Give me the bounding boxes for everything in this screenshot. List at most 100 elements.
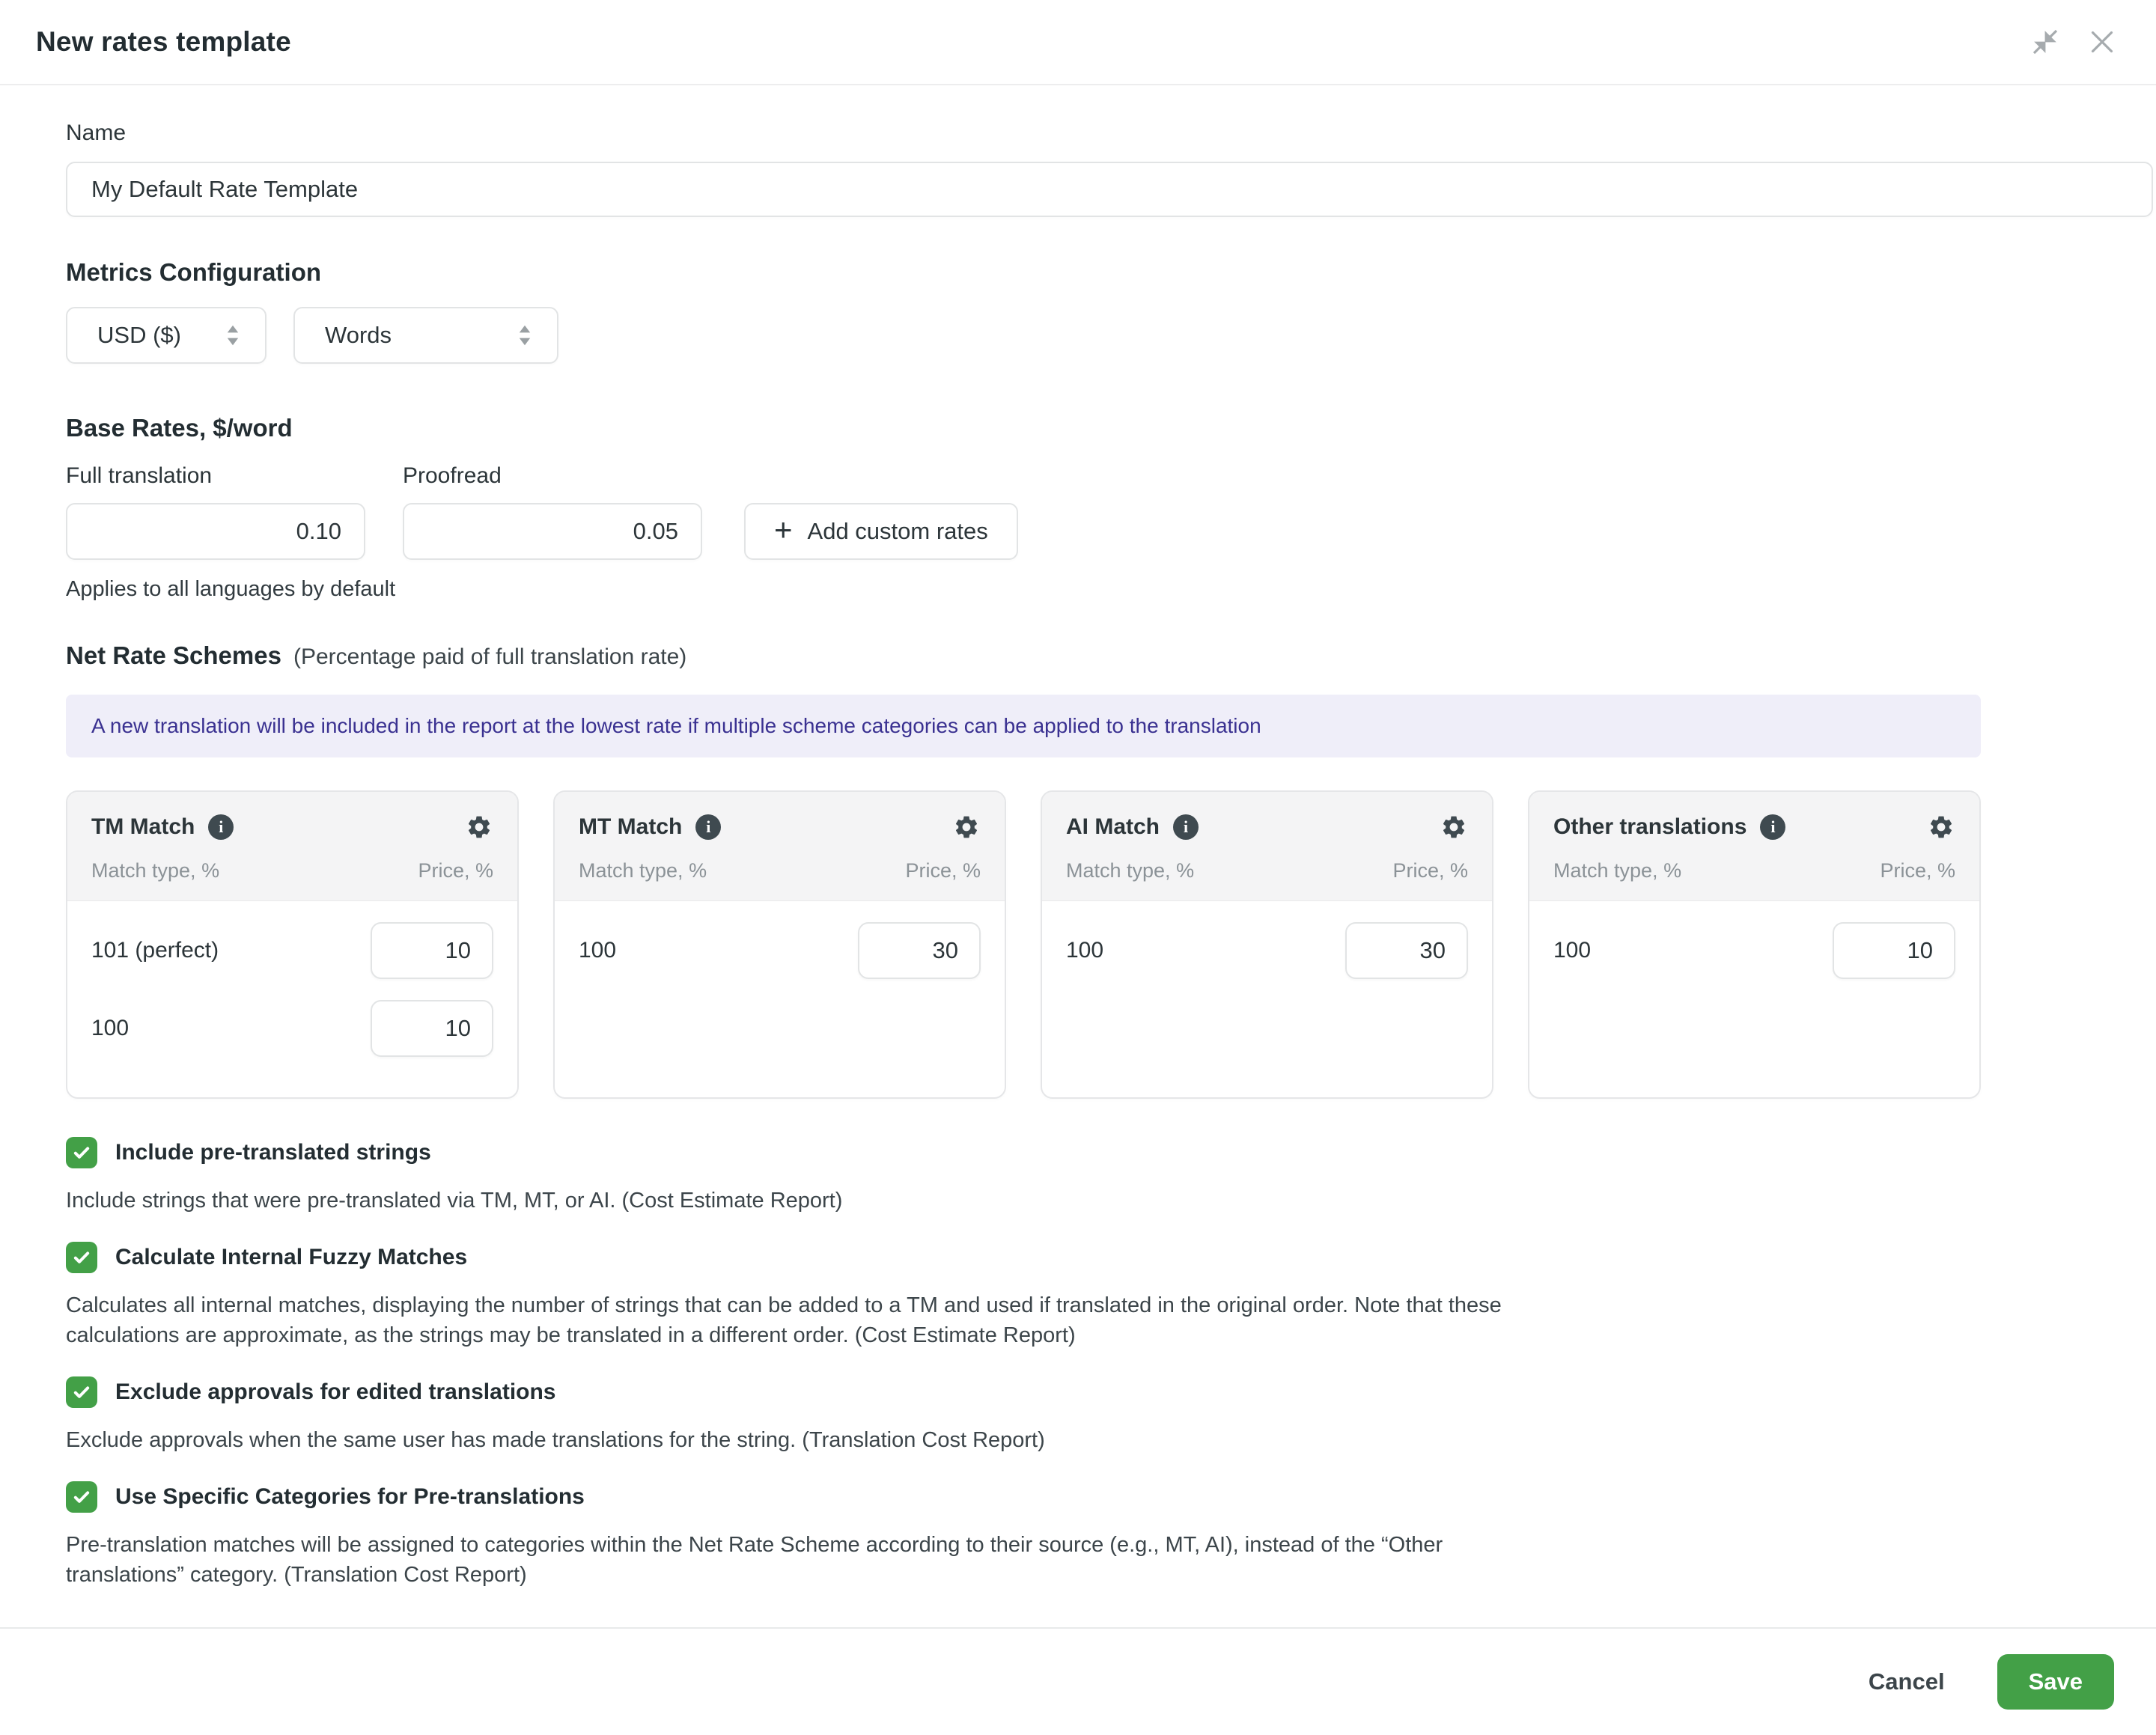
checkbox-checked-icon[interactable] [66,1137,97,1168]
rate-card-body: 100 [555,901,1005,979]
gear-icon [466,814,493,841]
option-checkbox-row[interactable]: Use Specific Categories for Pre-translat… [66,1481,2156,1513]
rate-card-header: Other translations i Match type, % Price… [1529,792,1979,901]
option-description: Pre-translation matches will be assigned… [66,1530,1563,1590]
option-item: Calculate Internal Fuzzy Matches Calcula… [66,1241,2156,1350]
match-type-value: 100 [579,938,616,963]
price-input[interactable] [858,922,981,979]
info-icon[interactable]: i [695,814,721,840]
rate-card-body: 100 [1529,901,1979,979]
currency-value: USD ($) [97,322,181,349]
price-input[interactable] [371,1000,493,1057]
full-translation-label: Full translation [66,461,403,491]
modal-footer: Cancel Save [0,1627,2156,1735]
rate-row: 101 (perfect) [91,922,493,979]
option-label: Exclude approvals for edited translation… [115,1379,556,1405]
rate-card-title: Other translations [1553,814,1747,840]
rate-row: 100 [1553,922,1955,979]
proofread-label: Proofread [403,461,502,491]
match-type-value: 100 [1553,938,1591,963]
add-custom-rates-button[interactable]: + Add custom rates [744,503,1018,560]
rate-card-header: AI Match i Match type, % Price, % [1042,792,1492,901]
modal-body: Name Metrics Configuration USD ($) Words… [0,118,2156,1590]
option-description: Include strings that were pre-translated… [66,1186,1563,1216]
rate-card-body: 100 [1042,901,1492,979]
match-type-column-label: Match type, % [1066,859,1194,882]
card-settings-button[interactable] [1927,813,1955,841]
info-icon[interactable]: i [1760,814,1785,840]
unit-select[interactable]: Words [293,307,558,364]
info-icon[interactable]: i [1173,814,1199,840]
option-description: Calculates all internal matches, display… [66,1290,1563,1350]
rate-card-title: MT Match [579,814,682,840]
option-checkbox-row[interactable]: Calculate Internal Fuzzy Matches [66,1241,2156,1274]
close-icon [2087,27,2117,57]
checkbox-checked-icon[interactable] [66,1376,97,1408]
card-settings-button[interactable] [1440,813,1468,841]
match-type-column-label: Match type, % [1553,859,1681,882]
cancel-button[interactable]: Cancel [1869,1668,1945,1695]
currency-select[interactable]: USD ($) [66,307,267,364]
match-type-value: 100 [1066,938,1103,963]
page-title: New rates template [36,26,291,58]
name-label: Name [66,118,2156,148]
info-banner: A new translation will be included in th… [66,695,1981,757]
option-label: Use Specific Categories for Pre-translat… [115,1484,585,1510]
metrics-heading: Metrics Configuration [66,256,2156,289]
card-settings-button[interactable] [465,813,493,841]
checkbox-checked-icon[interactable] [66,1242,97,1273]
option-checkbox-row[interactable]: Exclude approvals for edited translation… [66,1376,2156,1409]
gear-icon [953,814,980,841]
option-label: Include pre-translated strings [115,1140,431,1165]
rate-row: 100 [91,1000,493,1057]
price-column-label: Price, % [418,859,493,882]
plus-icon: + [774,514,793,546]
price-column-label: Price, % [905,859,981,882]
price-column-label: Price, % [1880,859,1955,882]
rate-card-header: TM Match i Match type, % Price, % [67,792,517,901]
collapse-button[interactable] [2027,24,2063,60]
name-input[interactable] [66,162,2153,217]
base-rates-heading: Base Rates, $/word [66,412,2156,445]
price-input[interactable] [1345,922,1468,979]
collapse-icon [2030,27,2060,57]
proofread-input[interactable] [403,503,702,560]
sort-caret-icon [514,322,536,349]
match-type-column-label: Match type, % [91,859,219,882]
add-custom-rates-label: Add custom rates [808,518,988,545]
option-item: Include pre-translated strings Include s… [66,1136,2156,1216]
match-type-value: 100 [91,1016,129,1041]
base-rates-hint: Applies to all languages by default [66,575,2156,603]
card-settings-button[interactable] [952,813,981,841]
gear-icon [1440,814,1467,841]
price-column-label: Price, % [1392,859,1468,882]
checkbox-checked-icon[interactable] [66,1481,97,1513]
price-input[interactable] [1833,922,1955,979]
option-label: Calculate Internal Fuzzy Matches [115,1245,467,1270]
option-item: Exclude approvals for edited translation… [66,1376,2156,1455]
option-item: Use Specific Categories for Pre-translat… [66,1481,2156,1590]
save-button[interactable]: Save [1997,1654,2114,1710]
price-input[interactable] [371,922,493,979]
sort-caret-icon [222,322,244,349]
match-type-column-label: Match type, % [579,859,707,882]
modal-header: New rates template [0,0,2156,85]
net-rate-schemes-subtitle: (Percentage paid of full translation rat… [293,644,686,670]
info-icon[interactable]: i [208,814,234,840]
option-checkbox-row[interactable]: Include pre-translated strings [66,1136,2156,1169]
net-rate-card: Other translations i Match type, % Price… [1528,790,1981,1099]
net-rate-card: AI Match i Match type, % Price, % 100 [1041,790,1493,1099]
rate-card-title: TM Match [91,814,195,840]
option-description: Exclude approvals when the same user has… [66,1425,1563,1455]
options-list: Include pre-translated strings Include s… [66,1136,2156,1590]
rate-row: 100 [579,922,981,979]
net-rate-cards: TM Match i Match type, % Price, % 101 (p… [66,790,1981,1099]
full-translation-input[interactable] [66,503,365,560]
net-rate-card: MT Match i Match type, % Price, % 100 [553,790,1006,1099]
rate-card-title: AI Match [1066,814,1160,840]
net-rate-schemes-heading: Net Rate Schemes [66,639,281,672]
rate-card-body: 101 (perfect) 100 [67,901,517,1057]
info-banner-text: A new translation will be included in th… [91,714,1261,738]
unit-value: Words [325,322,392,349]
close-button[interactable] [2084,24,2120,60]
